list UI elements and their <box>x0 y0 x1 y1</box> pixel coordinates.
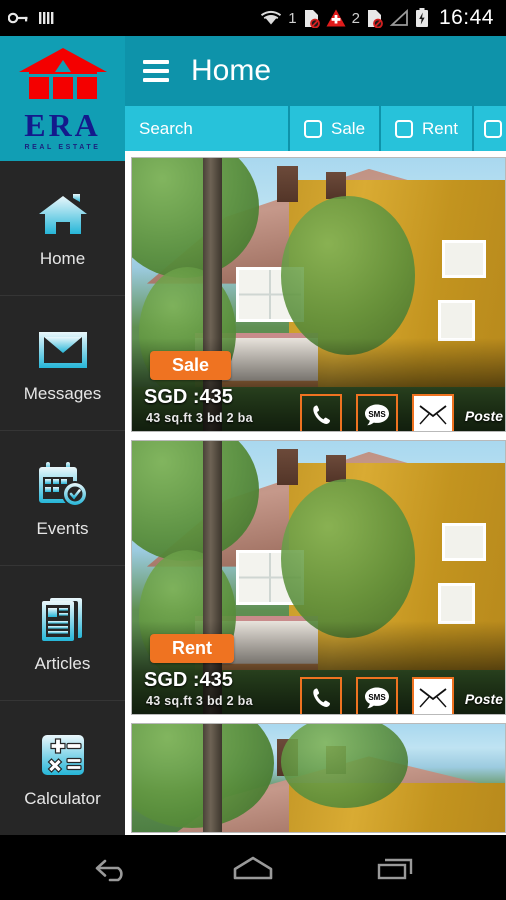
sidebar-item-calculator[interactable]: Calculator <box>0 701 125 835</box>
svg-text:SMS: SMS <box>368 693 386 702</box>
envelope-icon <box>419 405 447 425</box>
third-checkbox[interactable] <box>483 119 502 138</box>
sidebar-label-home: Home <box>39 249 86 268</box>
sidebar-label-events: Events <box>36 519 89 538</box>
sms-icon: SMS <box>365 404 389 426</box>
sms-button[interactable]: SMS <box>356 677 398 714</box>
posted-label: Poste <box>464 408 503 424</box>
listing-meta: 43 sq.ft 3 bd 2 ba <box>146 694 253 708</box>
sidebar-label-articles: Articles <box>34 654 91 673</box>
home-icon <box>37 187 89 243</box>
status-badge: Rent <box>150 634 234 663</box>
sidebar-label-messages: Messages <box>23 384 102 403</box>
search-input[interactable]: Search <box>125 106 290 151</box>
alert-triangle-icon <box>326 9 346 27</box>
app-header: Home <box>125 36 506 106</box>
search-placeholder: Search <box>139 118 193 138</box>
listing-meta: 43 sq.ft 3 bd 2 ba <box>146 411 253 425</box>
battery-charging-icon <box>415 8 429 28</box>
recents-button[interactable] <box>360 843 430 893</box>
wifi-icon <box>260 10 282 26</box>
listing-list[interactable]: Sale SGD :435 43 sq.ft 3 bd 2 ba SMS Pos… <box>125 151 506 835</box>
envelope-icon <box>419 688 447 708</box>
email-button[interactable] <box>412 677 454 714</box>
listing-card[interactable]: Rent SGD :435 43 sq.ft 3 bd 2 ba SMS Pos… <box>131 440 506 715</box>
listing-actions: SMS <box>300 394 454 431</box>
sidebar-item-messages[interactable]: Messages <box>0 296 125 431</box>
logo-brand: ERA <box>24 107 101 143</box>
home-button[interactable] <box>218 843 288 893</box>
back-button[interactable] <box>76 843 146 893</box>
filter-sale[interactable]: Sale <box>290 106 382 151</box>
sidebar-item-articles[interactable]: Articles <box>0 566 125 701</box>
sim2-no-card-icon <box>366 9 383 28</box>
page-title: Home <box>191 54 272 87</box>
sale-checkbox[interactable] <box>304 119 322 138</box>
sidebar-nav: Home Messages Events Articles Calculator <box>0 161 125 835</box>
listing-price: SGD :435 <box>144 669 233 691</box>
sidebar-label-calculator: Calculator <box>24 789 101 808</box>
filter-third[interactable] <box>474 106 506 151</box>
sim-signal-icon <box>38 10 54 26</box>
filter-bar: Search Sale Rent <box>125 106 506 151</box>
call-button[interactable] <box>300 394 342 431</box>
sim1-no-card-icon <box>303 9 320 28</box>
listing-price: SGD :435 <box>144 386 233 408</box>
sidebar-item-events[interactable]: Events <box>0 431 125 566</box>
svg-text:SMS: SMS <box>368 410 386 419</box>
recents-icon <box>377 858 413 879</box>
sim1-label: 1 <box>288 9 297 27</box>
status-bar-right: 1 2 16:44 <box>260 6 498 30</box>
sim2-label: 2 <box>351 9 360 27</box>
calendar-check-icon <box>36 457 90 513</box>
sms-icon: SMS <box>365 687 389 709</box>
sidebar-item-home[interactable]: Home <box>0 161 125 296</box>
era-house-icon <box>18 48 107 99</box>
logo-tagline: REAL ESTATE <box>24 144 101 151</box>
hamburger-menu-icon[interactable] <box>143 60 169 82</box>
listing-card[interactable] <box>131 723 506 833</box>
key-icon <box>8 11 28 25</box>
android-nav-bar <box>0 835 506 900</box>
listing-actions: SMS <box>300 677 454 714</box>
sms-button[interactable]: SMS <box>356 394 398 431</box>
envelope-icon <box>37 322 89 378</box>
status-clock: 16:44 <box>438 6 494 29</box>
phone-icon <box>313 405 330 424</box>
listing-card[interactable]: Sale SGD :435 43 sq.ft 3 bd 2 ba SMS Pos… <box>131 157 506 432</box>
articles-icon <box>38 592 88 648</box>
sale-label: Sale <box>331 118 366 138</box>
posted-label: Poste <box>464 691 503 707</box>
status-badge: Sale <box>150 351 232 380</box>
property-photo <box>132 724 505 832</box>
app-logo: ERA REAL ESTATE <box>0 36 125 161</box>
status-bar: 1 2 16:44 <box>0 0 506 36</box>
back-arrow-icon <box>95 859 123 881</box>
phone-icon <box>313 688 330 707</box>
calculator-icon <box>39 727 87 783</box>
signal-empty-icon <box>389 9 409 27</box>
phone-screen: 1 2 16:44 ERA REAL ESTATE Home Search Sa… <box>0 0 506 900</box>
call-button[interactable] <box>300 677 342 714</box>
email-button[interactable] <box>412 394 454 431</box>
rent-checkbox[interactable] <box>395 119 414 138</box>
filter-rent[interactable]: Rent <box>381 106 474 151</box>
rent-label: Rent <box>422 118 458 138</box>
home-pentagon-icon <box>233 856 273 879</box>
status-bar-left <box>8 10 54 26</box>
